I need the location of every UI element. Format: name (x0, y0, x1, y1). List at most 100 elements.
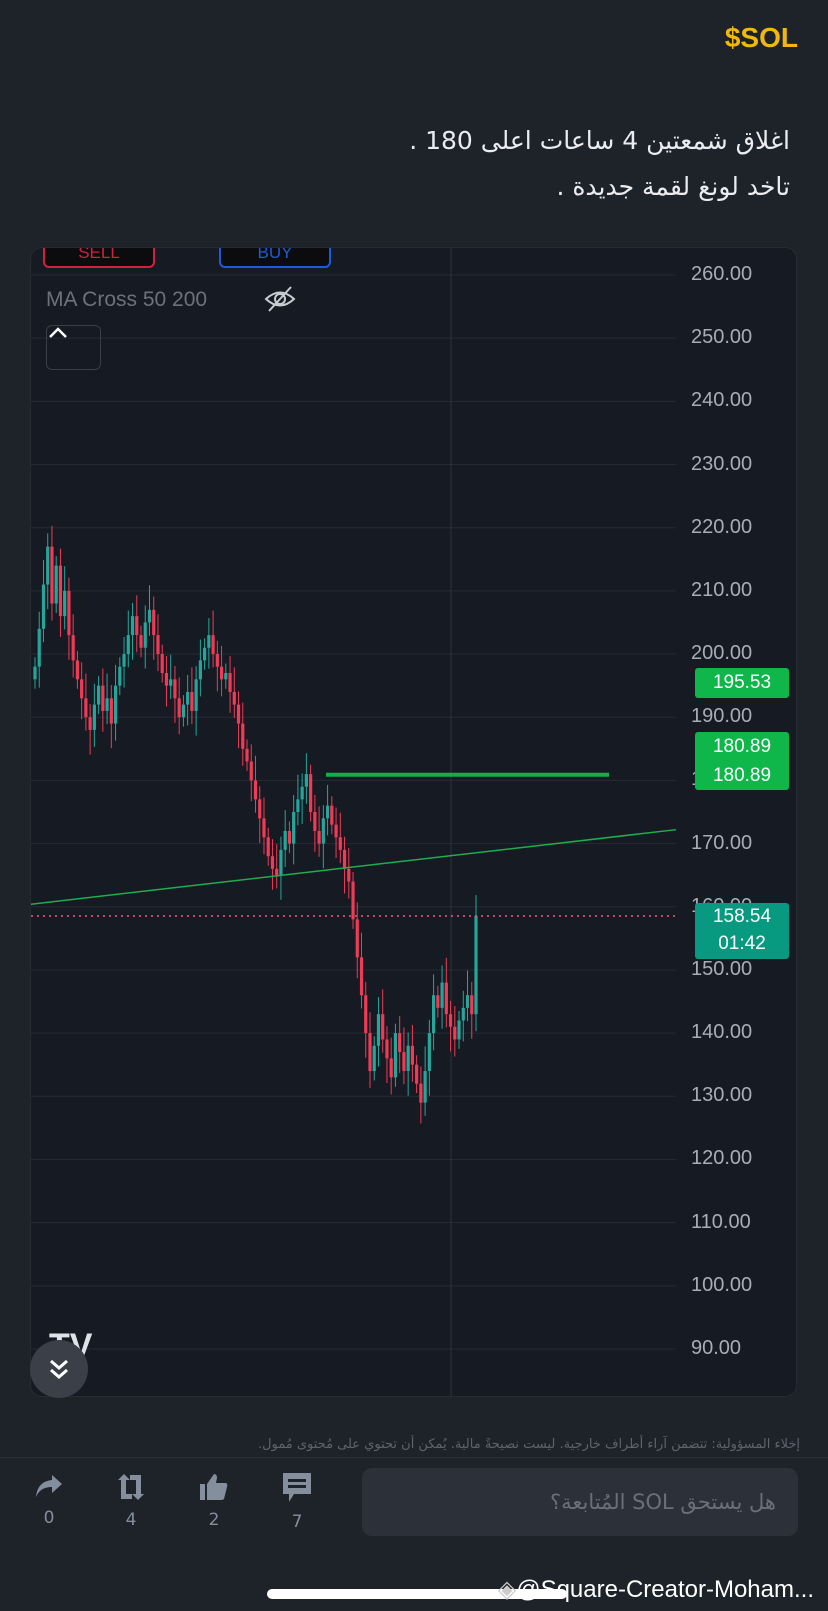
buy-button: BUY (219, 248, 331, 268)
candle-body (164, 673, 169, 686)
candle-body (75, 660, 80, 680)
candle-body (292, 812, 296, 844)
candle-body (309, 774, 313, 812)
y-tick-label: 110.00 (691, 1210, 751, 1233)
chevron-up-icon (49, 327, 67, 338)
candle-body (190, 691, 194, 711)
chart-image: SELL BUY MA Cross 50 200 260.00 250.00 240… (30, 247, 797, 1397)
candle-body (207, 635, 211, 648)
candle-body (419, 1083, 423, 1103)
candle-body (249, 761, 253, 781)
candle-body (398, 1033, 402, 1053)
candle-body (67, 590, 71, 636)
comment-button[interactable]: 7 (277, 1472, 317, 1532)
candle-body (88, 717, 92, 730)
candle-body (203, 647, 207, 661)
candle-body (351, 881, 355, 920)
y-tick-label: 250.00 (691, 326, 753, 349)
candle-body (97, 685, 101, 705)
level-price: 180.89 (712, 736, 772, 757)
candle-body (101, 685, 105, 711)
sell-button: SELL (43, 248, 155, 268)
collapse-button (46, 325, 101, 370)
disclaimer: إخلاء المسؤولية: تتضمن آراء أطراف خارجية… (257, 1437, 800, 1452)
y-tick-label: 190.00 (691, 705, 753, 728)
candle-body (253, 780, 258, 800)
candle-body (372, 1045, 376, 1072)
candle-body (270, 856, 275, 869)
candle-body (122, 654, 126, 667)
y-tick-label: 130.00 (691, 1084, 753, 1107)
candle-body (474, 915, 478, 1015)
y-tick-label: 90.00 (691, 1337, 742, 1359)
candle-body (317, 830, 321, 844)
candle-body (84, 698, 88, 718)
y-tick-label: 240.00 (691, 389, 753, 412)
ma-price-tag: 195.53 (695, 668, 789, 698)
scroll-down-button[interactable] (30, 1340, 88, 1398)
divider (0, 1457, 828, 1458)
y-tick-label: 150.00 (691, 957, 753, 980)
candle-body (347, 868, 351, 882)
candle-body (410, 1045, 414, 1065)
candle-body (389, 1058, 393, 1078)
candle-body (423, 1071, 427, 1103)
candle-body (448, 1014, 453, 1027)
share-button[interactable]: 0 (29, 1472, 69, 1528)
candle-body (444, 982, 448, 1015)
candle-body (402, 1052, 406, 1072)
candle-body (147, 609, 152, 623)
candle-body (118, 666, 122, 686)
candle-body (321, 818, 325, 844)
candle-body (245, 748, 249, 762)
candle-body (376, 1014, 381, 1046)
candle-body (296, 799, 300, 812)
candle-body (173, 679, 177, 699)
candle-body (194, 679, 198, 711)
candle-body (359, 957, 364, 996)
candle-body (181, 704, 186, 718)
candle-body (58, 565, 63, 617)
watermark-text: @Square-Creator-Moham... (516, 1576, 814, 1603)
like-button[interactable]: 2 (194, 1472, 234, 1530)
y-tick-label: 260.00 (691, 263, 753, 285)
y-tick-label: 140.00 (691, 1021, 753, 1044)
candle-body (304, 774, 308, 787)
comment-count: 7 (291, 1512, 303, 1532)
candle-body (342, 849, 347, 869)
binance-logo-icon: ◈ (497, 1576, 517, 1603)
candle-body (139, 635, 143, 648)
ticker-tag[interactable]: $SOL (725, 22, 798, 54)
candle-body (355, 919, 359, 958)
candle-body (436, 995, 440, 1008)
post-line: تاخد لونغ لقمة جديدة . (556, 172, 790, 201)
y-tick-label: 170.00 (691, 831, 753, 854)
y-tick-label: 200.00 (691, 642, 753, 665)
candle-body (453, 1026, 457, 1040)
candle-body (279, 849, 283, 876)
candle-body (457, 1020, 461, 1040)
candle-body (219, 666, 224, 680)
repost-button[interactable]: 4 (111, 1472, 151, 1530)
candle-body (126, 635, 130, 655)
candle-body (364, 995, 368, 1034)
candle-body (406, 1045, 410, 1072)
candle-body (313, 812, 317, 831)
last-price: 158.54 (712, 906, 772, 927)
y-tick-label: 120.00 (691, 1147, 753, 1170)
thumbs-up-icon (200, 1474, 228, 1500)
candle-body (211, 635, 215, 655)
candle-body (33, 666, 37, 680)
candle-countdown: 01:42 (718, 933, 766, 954)
comment-input[interactable]: هل يستحق SOL المُتابعة؟ (362, 1468, 798, 1536)
y-tick-label: 230.00 (691, 452, 753, 475)
level-price-tag: 180.89 180.89 (695, 732, 789, 790)
candle-body (236, 704, 241, 724)
candle-body (37, 628, 41, 667)
post-text: اغلاق شمعتين 4 ساعات اعلى 180 . تاخد لون… (409, 118, 790, 210)
candle-body (334, 824, 338, 838)
candle-body (368, 1033, 372, 1072)
candle-body (381, 1014, 385, 1040)
candle-body (415, 1064, 419, 1084)
candlestick-chart (31, 248, 677, 1396)
